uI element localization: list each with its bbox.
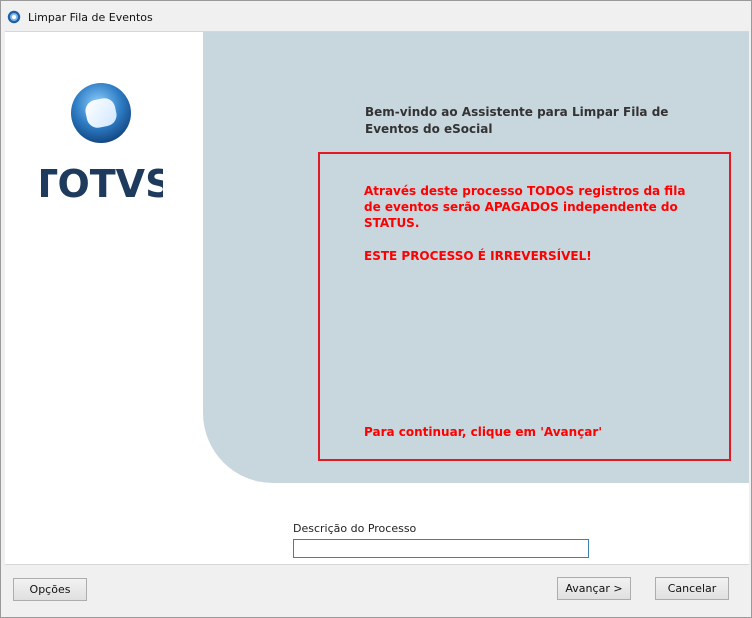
warning-message: Através deste processo TODOS registros d… <box>364 184 686 230</box>
warning-box: Através deste processo TODOS registros d… <box>318 152 731 461</box>
irreversible-warning: ESTE PROCESSO É IRREVERSÍVEL! <box>364 249 592 263</box>
wizard-content: TOTVS Bem-vindo ao Assistente para Limpa… <box>5 31 749 565</box>
title-bar: Limpar Fila de Eventos <box>1 1 751 31</box>
app-globe-icon <box>7 10 21 24</box>
description-input[interactable] <box>293 539 589 558</box>
cancel-button[interactable]: Cancelar <box>655 577 729 600</box>
next-button[interactable]: Avançar > <box>557 577 631 600</box>
options-button[interactable]: Opções <box>13 578 87 601</box>
totvs-logo: TOTVS <box>41 83 163 206</box>
description-label: Descrição do Processo <box>293 522 417 535</box>
wizard-window: Limpar Fila de Eventos TOTVS Bem-vindo a… <box>0 0 752 618</box>
logo-wordmark: TOTVS <box>41 162 163 206</box>
window-title: Limpar Fila de Eventos <box>28 11 153 24</box>
continue-hint: Para continuar, clique em 'Avançar' <box>364 425 602 439</box>
welcome-heading: Bem-vindo ao Assistente para Limpar Fila… <box>365 105 669 136</box>
